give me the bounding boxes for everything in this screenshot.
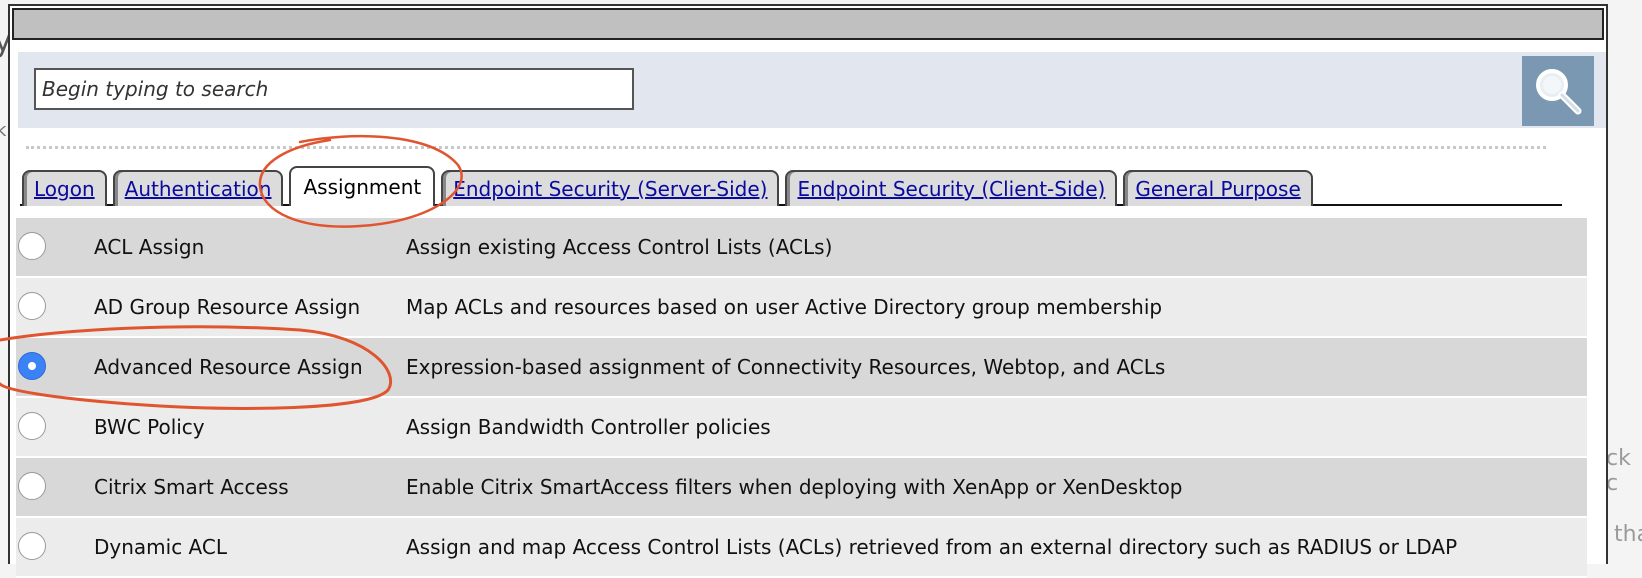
tab-endpoint-security-server[interactable]: Endpoint Security (Server-Side) (441, 170, 780, 206)
item-description: Assign Bandwidth Controller policies (406, 415, 771, 439)
item-description: Expression-based assignment of Connectiv… (406, 355, 1166, 379)
tab-bar: Logon Authentication Assignment Endpoint… (22, 166, 1319, 206)
item-radio[interactable] (18, 532, 46, 560)
tab-assignment[interactable]: Assignment (289, 166, 436, 206)
tab-endpoint-security-client[interactable]: Endpoint Security (Client-Side) (785, 170, 1118, 206)
magnifier-icon (1536, 69, 1582, 115)
list-item[interactable]: AD Group Resource Assign Map ACLs and re… (16, 278, 1587, 338)
item-radio[interactable] (18, 412, 46, 440)
item-name: Advanced Resource Assign (94, 355, 363, 379)
item-radio[interactable] (18, 472, 46, 500)
list-item[interactable]: Advanced Resource Assign Expression-base… (16, 338, 1587, 398)
search-button[interactable] (1522, 56, 1594, 126)
search-panel (18, 52, 1606, 128)
item-name: Dynamic ACL (94, 535, 227, 559)
item-name: ACL Assign (94, 235, 205, 259)
item-description: Enable Citrix SmartAccess filters when d… (406, 475, 1183, 499)
search-input[interactable] (34, 68, 634, 110)
list-item[interactable]: ACL Assign Assign existing Access Contro… (16, 218, 1587, 278)
tab-logon[interactable]: Logon (22, 170, 107, 206)
item-radio[interactable] (18, 292, 46, 320)
dialog-titlebar[interactable] (12, 8, 1604, 40)
separator (26, 146, 1546, 149)
tab-authentication[interactable]: Authentication (112, 170, 284, 206)
list-item[interactable]: Dynamic ACL Assign and map Access Contro… (16, 518, 1587, 578)
item-description: Assign and map Access Control Lists (ACL… (406, 535, 1458, 559)
item-list: ACL Assign Assign existing Access Contro… (16, 218, 1587, 578)
item-name: Citrix Smart Access (94, 475, 289, 499)
item-name: AD Group Resource Assign (94, 295, 361, 319)
background-text-fragment: tha (1614, 522, 1642, 547)
list-item[interactable]: Citrix Smart Access Enable Citrix SmartA… (16, 458, 1587, 518)
background-text-fragment: k (0, 120, 7, 141)
item-radio-selected[interactable] (18, 352, 46, 380)
item-name: BWC Policy (94, 415, 205, 439)
tab-general-purpose[interactable]: General Purpose (1123, 170, 1313, 206)
item-radio[interactable] (18, 232, 46, 260)
item-description: Map ACLs and resources based on user Act… (406, 295, 1163, 319)
item-description: Assign existing Access Control Lists (AC… (406, 235, 833, 259)
background-text-fragment: ck c (1606, 446, 1631, 496)
list-item[interactable]: BWC Policy Assign Bandwidth Controller p… (16, 398, 1587, 458)
